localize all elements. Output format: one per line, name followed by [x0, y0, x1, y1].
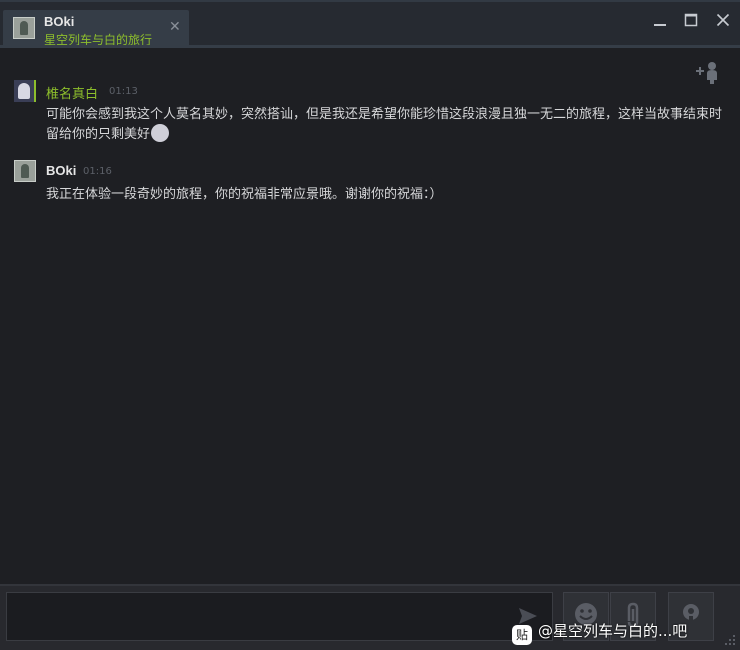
message-text: 可能你会感到我这个人莫名其妙，突然搭讪，但是我还是希望你能珍惜这段浪漫且独一无二… [46, 105, 726, 144]
tieba-logo-icon: 贴 [512, 625, 532, 645]
sender-avatar[interactable] [14, 160, 36, 182]
close-icon [716, 13, 730, 27]
message-time: 01:13 [109, 86, 138, 97]
sticker-emoji-icon [151, 124, 170, 142]
composer-divider [0, 584, 740, 586]
add-friend-icon [696, 62, 717, 84]
minimize-icon [654, 24, 666, 26]
maximize-icon [684, 13, 698, 27]
chat-history[interactable]: 椎名真白 01:13 可能你会感到我这个人莫名其妙，突然搭讪，但是我还是希望你能… [0, 48, 740, 584]
sender-avatar[interactable] [14, 80, 36, 102]
tab-friend-name: BOki [44, 14, 75, 29]
watermark-text: @星空列车与白的...吧 [538, 622, 688, 640]
sender-name[interactable]: BOki [46, 163, 76, 178]
tab-close-icon[interactable]: ✕ [169, 19, 181, 35]
maximize-button[interactable] [678, 8, 704, 32]
message-body: 可能你会感到我这个人莫名其妙，突然搭讪，但是我还是希望你能珍惜这段浪漫且独一无二… [46, 107, 723, 142]
close-window-button[interactable] [710, 8, 736, 32]
title-bar: BOki 星空列车与白的旅行 ✕ [0, 2, 740, 47]
sender-name[interactable]: 椎名真白 [46, 83, 98, 102]
minimize-button[interactable] [647, 8, 673, 32]
message-text: 我正在体验一段奇妙的旅程，你的祝福非常应景哦。谢谢你的祝福：） [46, 187, 443, 202]
add-friend-button[interactable] [694, 60, 724, 84]
message-input[interactable] [6, 592, 553, 641]
tab-avatar [13, 17, 35, 39]
message-time: 01:16 [83, 166, 112, 177]
resize-grip-icon[interactable] [724, 634, 736, 646]
watermark: 贴 @星空列车与白的...吧 [512, 620, 688, 645]
chat-tab[interactable]: BOki 星空列车与白的旅行 ✕ [3, 10, 189, 47]
